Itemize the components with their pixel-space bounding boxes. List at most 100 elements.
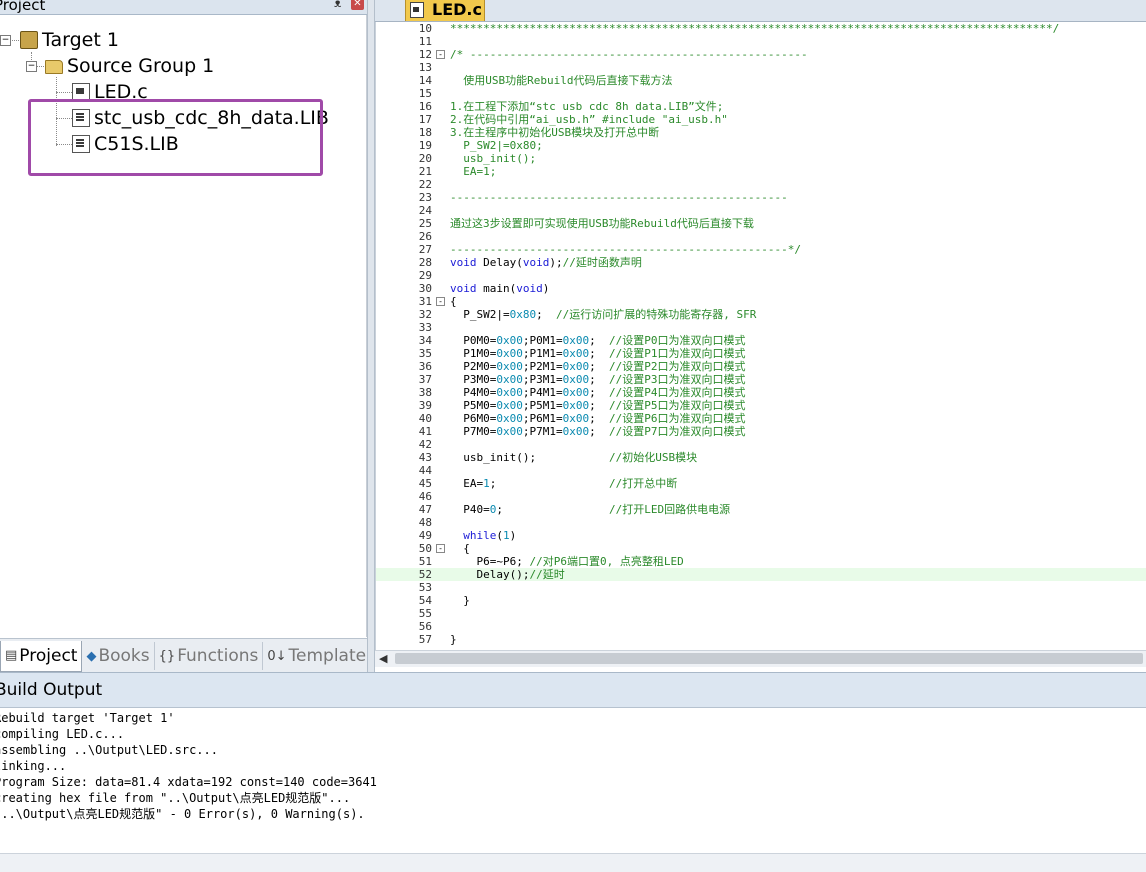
pin-icon[interactable]: ᴥ xyxy=(334,0,341,10)
code-text: P_SW2|=0x80; //运行访问扩展的特殊功能寄存器, SFR xyxy=(450,308,757,321)
code-line[interactable]: 25 通过这3步设置即可实现使用USB功能Rebuild代码后直接下载 xyxy=(376,217,1146,230)
code-line[interactable]: 44 xyxy=(376,464,1146,477)
line-number: 30 xyxy=(418,282,432,295)
fold-toggle-icon[interactable]: - xyxy=(436,297,445,306)
line-number: 57 xyxy=(418,633,432,646)
code-line[interactable]: 53 xyxy=(376,581,1146,594)
panel-splitter[interactable] xyxy=(367,0,375,672)
fold-toggle-icon[interactable]: - xyxy=(436,544,445,553)
code-line[interactable]: 26 xyxy=(376,230,1146,243)
build-output-line: Rebuild target 'Target 1' xyxy=(0,711,175,725)
line-number: 21 xyxy=(418,165,432,178)
line-number: 31 xyxy=(418,295,432,308)
code-line[interactable]: 29 xyxy=(376,269,1146,282)
code-line[interactable]: 15 xyxy=(376,87,1146,100)
code-line[interactable]: 51 P6=~P6; //对P6端口置0, 点亮整租LED xyxy=(376,555,1146,568)
code-line[interactable]: 38 P4M0=0x00;P4M1=0x00; //设置P4口为准双向口模式 xyxy=(376,386,1146,399)
code-line[interactable]: 56 xyxy=(376,620,1146,633)
collapse-group-icon[interactable]: − xyxy=(26,61,37,72)
code-line[interactable]: 49 while(1) xyxy=(376,529,1146,542)
code-line[interactable]: 27 --------------------------------------… xyxy=(376,243,1146,256)
fold-toggle-icon[interactable]: - xyxy=(436,50,445,59)
code-line[interactable]: 57} xyxy=(376,633,1146,646)
line-number: 19 xyxy=(418,139,432,152)
code-line[interactable]: 17 2.在代码中引用“ai_usb.h” #include "ai_usb.h" xyxy=(376,113,1146,126)
line-number: 33 xyxy=(418,321,432,334)
line-number: 50 xyxy=(418,542,432,555)
tab-label: Books xyxy=(98,646,150,666)
code-line[interactable]: 12-/* ----------------------------------… xyxy=(376,48,1146,61)
code-line[interactable]: 40 P6M0=0x00;P6M1=0x00; //设置P6口为准双向口模式 xyxy=(376,412,1146,425)
code-line[interactable]: 20 usb_init(); xyxy=(376,152,1146,165)
code-line[interactable]: 32 P_SW2|=0x80; //运行访问扩展的特殊功能寄存器, SFR xyxy=(376,308,1146,321)
code-text: P4M0=0x00;P4M1=0x00; //设置P4口为准双向口模式 xyxy=(450,386,746,399)
tab-books[interactable]: ◆ Books xyxy=(82,642,155,670)
code-line[interactable]: 30 void main(void) xyxy=(376,282,1146,295)
code-line[interactable]: 47 P40=0; //打开LED回路供电电源 xyxy=(376,503,1146,516)
code-text: ----------------------------------------… xyxy=(450,191,788,204)
code-text: Delay();//延时 xyxy=(450,568,565,581)
code-line[interactable]: 21 EA=1; xyxy=(376,165,1146,178)
code-text: P2M0=0x00;P2M1=0x00; //设置P2口为准双向口模式 xyxy=(450,360,746,373)
code-line[interactable]: 10 **************************************… xyxy=(376,22,1146,35)
line-number: 28 xyxy=(418,256,432,269)
close-icon[interactable]: ✕ xyxy=(351,0,364,10)
collapse-target-icon[interactable]: − xyxy=(0,35,11,46)
code-text: 1.在工程下添加“stc usb cdc 8h data.LIB”文件; xyxy=(450,100,724,113)
build-output-scrollbar[interactable] xyxy=(0,853,1146,872)
project-panel: Project ᴥ ✕ − − Target 1 Source Group 1 … xyxy=(0,0,375,673)
code-line[interactable]: 55 xyxy=(376,607,1146,620)
code-line[interactable]: 36 P2M0=0x00;P2M1=0x00; //设置P2口为准双向口模式 xyxy=(376,360,1146,373)
code-line[interactable]: 37 P3M0=0x00;P3M1=0x00; //设置P3口为准双向口模式 xyxy=(376,373,1146,386)
tree-item-target[interactable]: Target 1 xyxy=(20,28,119,52)
code-line[interactable]: 42 xyxy=(376,438,1146,451)
scrollbar-thumb[interactable] xyxy=(395,653,1143,664)
code-line[interactable]: 18 3.在主程序中初始化USB模块及打开总中断 xyxy=(376,126,1146,139)
c-file-icon xyxy=(410,1,424,18)
tab-project[interactable]: ▤ Project xyxy=(0,640,83,672)
code-line[interactable]: 54 } xyxy=(376,594,1146,607)
code-line[interactable]: 35 P1M0=0x00;P1M1=0x00; //设置P1口为准双向口模式 xyxy=(376,347,1146,360)
line-number: 41 xyxy=(418,425,432,438)
code-line[interactable]: 39 P5M0=0x00;P5M1=0x00; //设置P5口为准双向口模式 xyxy=(376,399,1146,412)
code-line[interactable]: 45 EA=1; //打开总中断 xyxy=(376,477,1146,490)
code-line[interactable]: 31-{ xyxy=(376,295,1146,308)
tab-led-c[interactable]: LED.c xyxy=(405,0,485,21)
horizontal-scrollbar[interactable]: ◀ xyxy=(375,650,1146,667)
tab-templates[interactable]: 0↓ Templates xyxy=(263,642,379,670)
code-line[interactable]: 52 Delay();//延时 xyxy=(376,568,1146,581)
scroll-left-icon[interactable]: ◀ xyxy=(379,652,387,665)
line-number: 15 xyxy=(418,87,432,100)
code-area[interactable]: 10 **************************************… xyxy=(375,22,1146,650)
code-text: 2.在代码中引用“ai_usb.h” #include "ai_usb.h" xyxy=(450,113,728,126)
code-line[interactable]: 24 xyxy=(376,204,1146,217)
code-line[interactable]: 41 P7M0=0x00;P7M1=0x00; //设置P7口为准双向口模式 xyxy=(376,425,1146,438)
code-line[interactable]: 19 P_SW2|=0x80; xyxy=(376,139,1146,152)
code-line[interactable]: 16 1.在工程下添加“stc usb cdc 8h data.LIB”文件; xyxy=(376,100,1146,113)
line-number: 22 xyxy=(418,178,432,191)
tab-functions[interactable]: {} Functions xyxy=(155,642,264,670)
code-line[interactable]: 46 xyxy=(376,490,1146,503)
code-line[interactable]: 22 xyxy=(376,178,1146,191)
code-editor: LED.c 10 ********************************… xyxy=(375,0,1146,672)
annotation-highlight-box xyxy=(28,99,323,176)
code-text: P6M0=0x00;P6M1=0x00; //设置P6口为准双向口模式 xyxy=(450,412,746,425)
code-line[interactable]: 13 xyxy=(376,61,1146,74)
code-line[interactable]: 11 xyxy=(376,35,1146,48)
editor-tab-bar: LED.c xyxy=(375,0,1146,22)
line-number: 55 xyxy=(418,607,432,620)
code-line[interactable]: 14 使用USB功能Rebuild代码后直接下载方法 xyxy=(376,74,1146,87)
code-line[interactable]: 23 --------------------------------------… xyxy=(376,191,1146,204)
code-line[interactable]: 50- { xyxy=(376,542,1146,555)
code-line[interactable]: 43 usb_init(); //初始化USB模块 xyxy=(376,451,1146,464)
code-text: /* -------------------------------------… xyxy=(450,48,808,61)
build-output-title: Build Output xyxy=(0,680,103,700)
code-line[interactable]: 34 P0M0=0x00;P0M1=0x00; //设置P0口为准双向口模式 xyxy=(376,334,1146,347)
tree-item-source-group[interactable]: Source Group 1 xyxy=(45,54,214,78)
code-line[interactable]: 33 xyxy=(376,321,1146,334)
line-number: 25 xyxy=(418,217,432,230)
code-line[interactable]: 48 xyxy=(376,516,1146,529)
code-text: } xyxy=(450,633,457,646)
line-number: 56 xyxy=(418,620,432,633)
code-line[interactable]: 28 void Delay(void);//延时函数声明 xyxy=(376,256,1146,269)
